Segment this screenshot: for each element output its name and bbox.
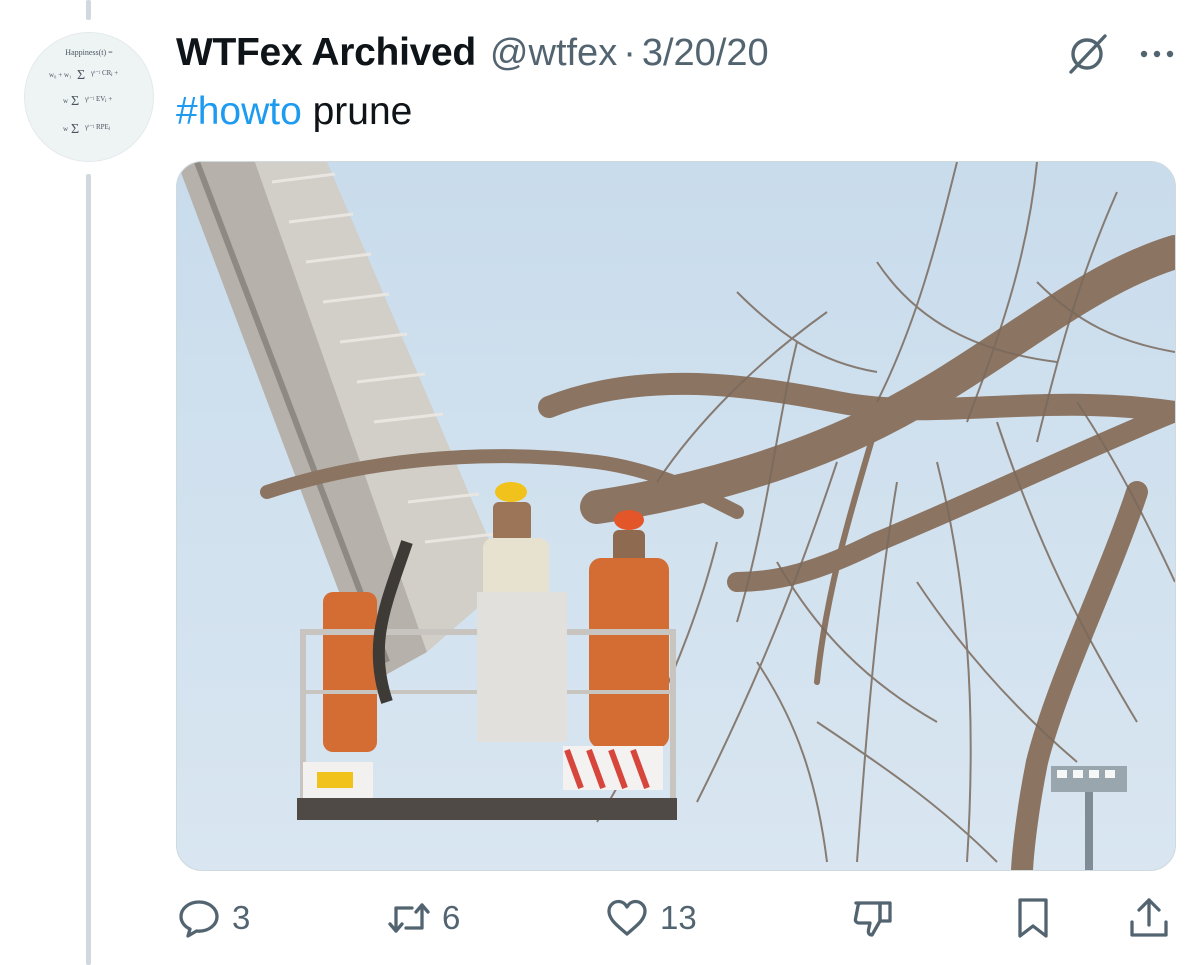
grok-icon[interactable] [1065, 32, 1109, 76]
tweet-photo[interactable] [176, 161, 1176, 871]
like-count: 13 [660, 899, 697, 936]
thread-connector-bottom [86, 174, 91, 965]
repost-icon [388, 903, 430, 933]
more-options-icon[interactable] [1137, 34, 1177, 74]
downvote-button[interactable] [850, 888, 896, 948]
tweet-body-text: prune [301, 90, 413, 133]
avatar[interactable]: Happiness(t) = w₀ + w₁ Σ γᵗ⁻ʲ CRⱼ + w Σ … [24, 32, 154, 162]
bookmark-icon [1018, 898, 1048, 938]
avatar-equation-title: Happiness(t) = [65, 48, 113, 57]
share-icon [1130, 898, 1168, 937]
tweet-header: WTFex Archived @wtfex · 3/20/20 [176, 28, 769, 78]
svg-text:γᵗ⁻ʲ EVⱼ +: γᵗ⁻ʲ EVⱼ + [84, 95, 112, 103]
repost-button[interactable]: 6 [386, 888, 460, 948]
svg-text:Σ: Σ [77, 68, 85, 83]
display-name[interactable]: WTFex Archived [176, 31, 476, 75]
reply-icon [179, 900, 219, 938]
hashtag-link[interactable]: #howto [176, 90, 302, 133]
photo-aerial-ladder-pruning [177, 162, 1175, 870]
heart-icon [607, 899, 647, 936]
separator-dot: · [623, 31, 636, 74]
reply-button[interactable]: 3 [176, 888, 250, 948]
user-handle[interactable]: @wtfex [490, 32, 617, 75]
thread-connector-top [86, 0, 91, 20]
thumbs-down-icon [853, 901, 892, 937]
tweet-text: #howto prune [176, 88, 412, 136]
repost-count: 6 [442, 899, 461, 936]
svg-text:γᵗ⁻ʲ CRⱼ +: γᵗ⁻ʲ CRⱼ + [90, 69, 118, 77]
header-actions [1065, 30, 1177, 78]
svg-text:Σ: Σ [71, 122, 79, 137]
share-button[interactable] [1126, 888, 1172, 948]
bookmark-button[interactable] [1010, 888, 1056, 948]
like-button[interactable]: 13 [604, 888, 697, 948]
avatar-equation-image: Happiness(t) = w₀ + w₁ Σ γᵗ⁻ʲ CRⱼ + w Σ … [25, 33, 153, 161]
tweet-date[interactable]: 3/20/20 [642, 32, 769, 75]
svg-text:γᵗ⁻ʲ RPEⱼ: γᵗ⁻ʲ RPEⱼ [84, 123, 110, 131]
reply-count: 3 [232, 899, 251, 936]
svg-text:Σ: Σ [71, 94, 79, 109]
tweet-actions: 3 6 13 [176, 888, 1174, 948]
svg-text:w₀ + w₁: w₀ + w₁ [49, 71, 71, 79]
